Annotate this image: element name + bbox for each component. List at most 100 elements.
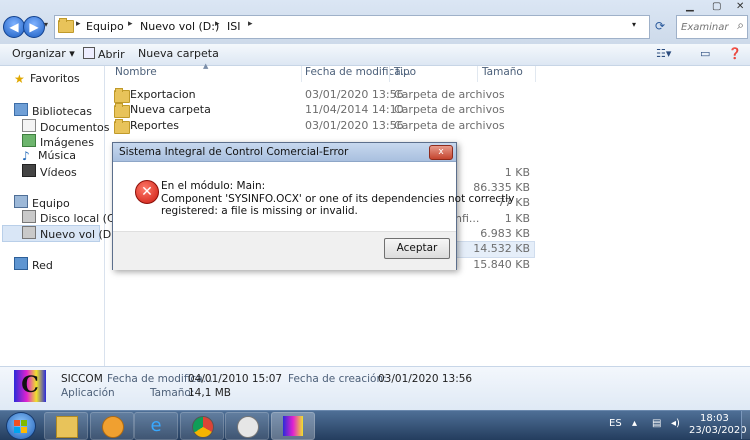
- taskbar-explorer-button[interactable]: [44, 412, 88, 440]
- music-icon: ♪: [22, 149, 30, 163]
- error-message-line1: En el módulo: Main:: [161, 180, 266, 192]
- drive-icon: [22, 210, 36, 223]
- column-divider[interactable]: [301, 66, 302, 82]
- error-message-line2: Component 'SYSINFO.OCX' or one of its de…: [161, 193, 515, 205]
- maximize-icon[interactable]: ▢: [712, 1, 721, 12]
- column-header-size[interactable]: Tamaño: [482, 66, 523, 82]
- pictures-icon: [22, 134, 36, 147]
- nav-favorites[interactable]: ★ Favoritos: [14, 72, 80, 88]
- open-button[interactable]: Abrir: [83, 47, 125, 61]
- address-box[interactable]: ▸ Equipo ▸ Nuevo vol (D:) ▸ ISI ▸: [54, 15, 650, 39]
- nav-red-label: Red: [32, 259, 53, 272]
- nav-imagenes-label: Imágenes: [40, 136, 94, 149]
- nav-imagenes[interactable]: Imágenes: [22, 134, 94, 150]
- column-divider[interactable]: [535, 66, 536, 82]
- search-input[interactable]: [679, 18, 731, 36]
- taskbar-siccom-button[interactable]: [271, 412, 315, 440]
- nav-videos-label: Vídeos: [40, 166, 77, 179]
- error-message-line3: registered: a file is missing or invalid…: [161, 205, 358, 217]
- language-indicator[interactable]: ES: [609, 418, 622, 429]
- windows-logo-icon: [21, 427, 27, 433]
- details-created-value: 03/01/2020 13:56: [378, 373, 473, 385]
- dialog-titlebar[interactable]: Sistema Integral de Control Comercial-Er…: [113, 143, 456, 162]
- volume-tray-icon[interactable]: ◂): [671, 418, 680, 429]
- back-button[interactable]: ◀: [3, 16, 25, 38]
- open-label: Abrir: [98, 48, 125, 61]
- details-app-kind: Aplicación: [61, 387, 115, 399]
- file-size: 1 KB: [504, 166, 530, 179]
- search-icon[interactable]: ⌕: [737, 18, 744, 33]
- recent-pages-chevron-icon[interactable]: ▾: [44, 20, 52, 30]
- address-history-chevron-icon[interactable]: ▾: [632, 20, 636, 29]
- file-size: 6.983 KB: [480, 227, 530, 240]
- column-header-type[interactable]: Tipo: [394, 66, 416, 82]
- taskbar-media-player-button[interactable]: [90, 412, 134, 440]
- file-name: Nueva carpeta: [130, 103, 211, 116]
- file-size: 1 KB: [504, 212, 530, 225]
- details-created-label: Fecha de creación:: [288, 373, 387, 385]
- nav-musica[interactable]: ♪ Música: [22, 149, 76, 165]
- start-button[interactable]: [6, 412, 36, 440]
- breadcrumb-drive[interactable]: Nuevo vol (D:): [140, 20, 219, 33]
- star-icon: ★: [14, 72, 25, 86]
- chrome-icon: [192, 416, 214, 438]
- nav-disco-c[interactable]: Disco local (C:): [22, 210, 123, 226]
- organize-label: Organizar: [12, 47, 66, 60]
- file-date: 03/01/2020 13:56: [305, 119, 404, 132]
- close-icon[interactable]: ✕: [736, 1, 744, 12]
- nav-libraries[interactable]: Bibliotecas: [14, 103, 92, 119]
- nav-videos[interactable]: Vídeos: [22, 164, 77, 180]
- tray-chevron-icon[interactable]: ▴: [632, 418, 637, 429]
- breadcrumb-separator-icon[interactable]: ▸: [215, 19, 220, 29]
- details-mod-value: 04/01/2010 15:07: [188, 373, 283, 385]
- nav-nuevo-vol-d[interactable]: Nuevo vol (D:): [22, 226, 119, 242]
- dialog-title: Sistema Integral de Control Comercial-Er…: [119, 146, 349, 158]
- clock-date[interactable]: 23/03/2020: [689, 425, 747, 436]
- search-box[interactable]: ⌕: [676, 15, 748, 39]
- column-header-name[interactable]: Nombre: [115, 66, 157, 82]
- column-divider[interactable]: [477, 66, 478, 82]
- nav-musica-label: Música: [38, 149, 77, 162]
- minimize-icon[interactable]: ▁: [686, 1, 694, 12]
- folder-icon: [58, 18, 74, 36]
- column-divider[interactable]: [389, 66, 390, 82]
- nav-red[interactable]: Red: [14, 257, 53, 273]
- drive-icon: [22, 226, 36, 239]
- paint-icon: [237, 416, 259, 438]
- breadcrumb-separator-icon[interactable]: ▸: [248, 19, 253, 29]
- nav-favorites-label: Favoritos: [30, 72, 80, 85]
- file-type: Carpeta de archivos: [394, 103, 505, 116]
- view-options-icon[interactable]: ☷▾: [656, 47, 671, 60]
- clock-time[interactable]: 18:03: [700, 413, 729, 424]
- file-size: 15.840 KB: [473, 258, 530, 271]
- file-name: Exportacion: [130, 88, 196, 101]
- network-tray-icon[interactable]: ▤: [652, 418, 661, 429]
- details-app-name: SICCOM: [61, 373, 103, 385]
- breadcrumb-separator-icon[interactable]: ▸: [76, 19, 81, 29]
- ok-button[interactable]: Aceptar: [384, 238, 450, 259]
- windows-logo-icon: [21, 420, 27, 426]
- breadcrumb-separator-icon[interactable]: ▸: [128, 19, 133, 29]
- siccom-taskbar-icon: [283, 416, 303, 436]
- refresh-icon[interactable]: ⟳: [655, 19, 665, 33]
- breadcrumb-equipo[interactable]: Equipo: [86, 20, 124, 33]
- show-desktop-button[interactable]: [741, 411, 750, 439]
- forward-button[interactable]: ▶: [23, 16, 45, 38]
- file-type: Carpeta de archivos: [394, 119, 505, 132]
- new-folder-button[interactable]: Nueva carpeta: [138, 47, 219, 60]
- file-size: 14.532 KB: [473, 242, 530, 255]
- taskbar-ie-button[interactable]: e: [134, 412, 178, 440]
- dialog-close-button[interactable]: x: [429, 145, 453, 160]
- help-icon[interactable]: ❓: [728, 47, 742, 60]
- nav-equipo[interactable]: Equipo: [14, 195, 70, 211]
- nav-nuevo-vol-d-label: Nuevo vol (D:): [40, 228, 120, 241]
- preview-pane-icon[interactable]: ▭: [700, 47, 710, 60]
- file-name: Reportes: [130, 119, 179, 132]
- file-date: 03/01/2020 13:56: [305, 88, 404, 101]
- explorer-icon: [56, 416, 78, 438]
- taskbar-paint-button[interactable]: [225, 412, 269, 440]
- organize-button[interactable]: Organizar ▾: [12, 47, 75, 60]
- taskbar-chrome-button[interactable]: [180, 412, 224, 440]
- nav-documentos[interactable]: Documentos: [22, 119, 109, 135]
- breadcrumb-isi[interactable]: ISI: [227, 20, 240, 33]
